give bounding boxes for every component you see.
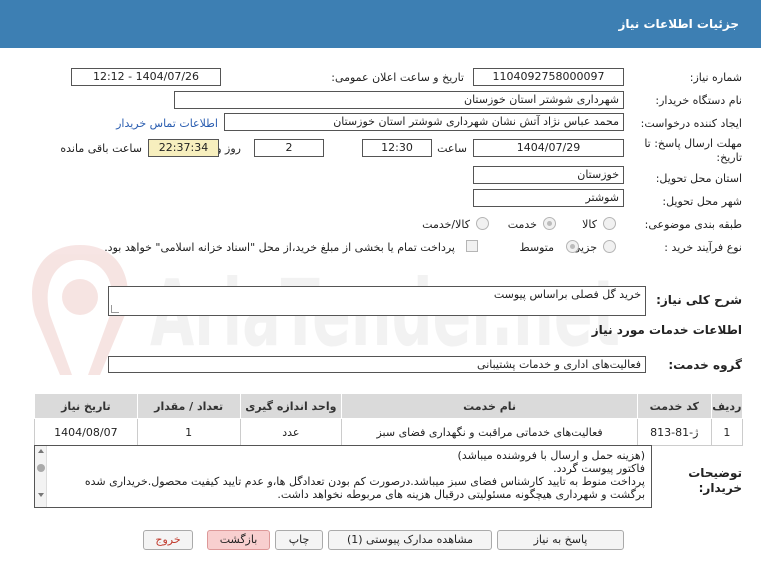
scroll-up-icon[interactable] [38,449,44,453]
notes-line: فاکتور پیوست گردد. [553,462,645,475]
scroll-thumb-icon[interactable] [37,464,45,472]
announce-label: تاریخ و ساعت اعلان عمومی: [331,71,464,84]
page-header: جزئیات اطلاعات نیاز [0,0,761,48]
service-group-label: گروه خدمت: [668,358,742,372]
notes-line: پرداخت منوط به تایید کارشناس فضای سبز می… [84,475,645,488]
buyer-notes-field[interactable]: (هزینه حمل و ارسال با فروشنده میباشد) فا… [34,445,652,508]
province-label: استان محل تحویل: [655,172,742,185]
category-radio-goods[interactable] [603,217,616,230]
process-label: نوع فرآیند خرید : [664,241,742,254]
notes-line: برگشت و شهرداری هیچگونه مسئولیتی درقبال … [277,488,645,501]
notes-line: (هزینه حمل و ارسال با فروشنده میباشد) [457,449,645,462]
treasury-payment-note: پرداخت تمام یا بخشی از مبلغ خرید،از محل … [104,241,455,254]
treasury-payment-checkbox[interactable] [466,240,478,252]
page-title: جزئیات اطلاعات نیاز [618,17,739,31]
days-label: روز و [216,142,241,155]
remaining-time-label: ساعت باقی مانده [60,142,142,155]
category-goods-service-label: کالا/خدمت [422,218,470,231]
announce-field[interactable]: 1404/07/26 - 12:12 [71,68,221,86]
cell-service-name: فعالیت‌های خدماتی مراقبت و نگهداری فضای … [341,418,638,446]
category-label: طبقه بندی موضوعی: [644,218,742,231]
days-remaining-field[interactable]: 2 [254,139,324,157]
buyer-notes-label-2: خریدار: [698,481,742,495]
need-number-label: شماره نیاز: [689,71,742,84]
scroll-down-icon[interactable] [38,493,44,497]
city-label: شهر محل تحویل: [662,195,742,208]
creator-label: ایجاد کننده درخواست: [640,117,742,130]
services-table: ردیف کد خدمت نام خدمت واحد اندازه گیری ت… [34,393,744,446]
cell-service-code: ژ-81-813 [636,418,712,446]
table-header-row: ردیف کد خدمت نام خدمت واحد اندازه گیری ت… [34,393,744,419]
table-row[interactable]: 1 ژ-81-813 فعالیت‌های خدماتی مراقبت و نگ… [34,418,744,446]
creator-field[interactable]: محمد عباس نژاد آتش نشان شهرداری شوشتر اس… [224,113,624,131]
deadline-time-field[interactable]: 12:30 [362,139,432,157]
category-radio-goods-service[interactable] [476,217,489,230]
category-service-label: خدمت [507,218,537,231]
cell-quantity: 1 [136,418,241,446]
process-radio-minor[interactable] [603,240,616,253]
attachments-button[interactable]: مشاهده مدارک پیوستی (1) [328,530,492,550]
deadline-label: مهلت ارسال پاسخ: تا [644,137,742,150]
buyer-org-field[interactable]: شهرداری شوشتر استان خوزستان [174,91,624,109]
col-header-unit: واحد اندازه گیری [239,393,343,419]
summary-label: شرح کلی نیاز: [656,293,742,307]
summary-text: خرید گل فصلی براساس پیوست [493,288,641,301]
resize-grip-icon[interactable] [111,305,119,313]
city-field[interactable]: شوشتر [473,189,624,207]
buyer-org-label: نام دستگاه خریدار: [655,94,742,107]
remaining-time-field[interactable]: 22:37:34 [148,139,219,157]
exit-button[interactable]: خروج [143,530,193,550]
service-group-field[interactable]: فعالیت‌های اداری و خدمات پشتیبانی [108,356,646,373]
reply-button[interactable]: پاسخ به نیاز [497,530,624,550]
deadline-date-field[interactable]: 1404/07/29 [473,139,624,157]
col-header-service-name: نام خدمت [341,393,638,419]
contact-info-link[interactable]: اطلاعات تماس خریدار [116,117,218,130]
cell-unit: عدد [239,418,343,446]
cell-need-date: 1404/08/07 [34,418,138,446]
services-heading: اطلاعات خدمات مورد نیاز [591,323,742,337]
back-button[interactable]: بازگشت [207,530,270,550]
summary-field[interactable]: خرید گل فصلی براساس پیوست [108,286,646,316]
print-button[interactable]: چاپ [275,530,323,550]
col-header-quantity: تعداد / مقدار [136,393,241,419]
buyer-notes-label: توضیحات [688,466,742,480]
cell-row-number: 1 [710,418,744,446]
notes-scrollbar[interactable] [35,446,47,507]
col-header-row-number: ردیف [710,393,744,419]
col-header-need-date: تاریخ نیاز [34,393,138,419]
category-radio-service[interactable] [543,217,556,230]
province-field[interactable]: خوزستان [473,166,624,184]
deadline-time-label: ساعت [437,142,467,155]
category-goods-label: کالا [582,218,597,231]
process-medium-label: متوسط [519,241,554,254]
need-number-field[interactable]: 1104092758000097 [473,68,624,86]
col-header-service-code: کد خدمت [636,393,712,419]
process-radio-medium[interactable] [566,240,579,253]
deadline-label-date: تاریخ: [716,151,742,164]
